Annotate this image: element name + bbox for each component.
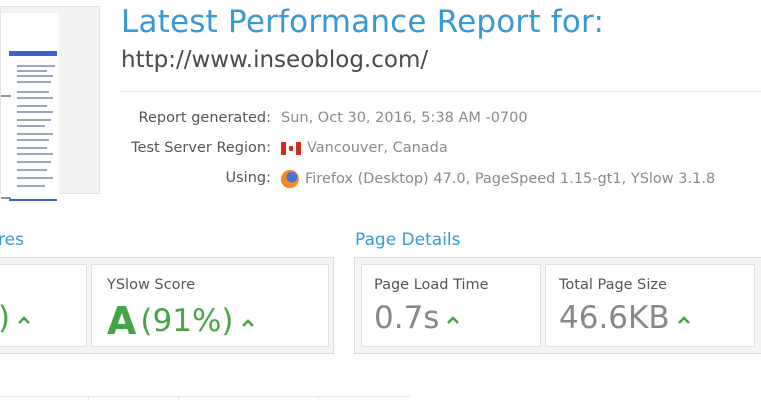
canada-flag-icon [281, 141, 301, 155]
pagespeed-value-text: ) [0, 300, 10, 336]
table-divider [178, 396, 179, 400]
site-screenshot-thumbnail [0, 6, 100, 201]
info-row-generated: Report generated: Sun, Oct 30, 2016, 5:3… [0, 110, 761, 132]
total-page-size-label: Total Page Size [559, 277, 667, 293]
total-page-size-value: 46.6KB [559, 300, 690, 336]
total-page-size-cell: Total Page Size 46.6KB [545, 264, 755, 347]
generated-label: Report generated: [138, 110, 271, 126]
report-title: Latest Performance Report for: [121, 4, 605, 40]
page-load-time-label: Page Load Time [374, 277, 489, 293]
scores-section-title: res [0, 230, 24, 250]
region-label: Test Server Region: [131, 140, 271, 156]
info-row-region: Test Server Region: Vancouver, Canada [0, 140, 761, 162]
bottom-table-edge [0, 396, 410, 401]
table-divider [318, 396, 319, 400]
yslow-grade: A [107, 299, 137, 343]
page-load-time-cell: Page Load Time 0.7s [361, 264, 541, 347]
yslow-percent: (91%) [140, 303, 234, 339]
using-label: Using: [225, 170, 271, 186]
yslow-score-cell: YSlow Score A (91%) [91, 264, 329, 347]
total-page-size-text: 46.6KB [559, 300, 670, 336]
region-value: Vancouver, Canada [281, 140, 448, 156]
using-value: Firefox (Desktop) 47.0, PageSpeed 1.15-g… [281, 170, 715, 188]
generated-value: Sun, Oct 30, 2016, 5:38 AM -0700 [281, 110, 528, 126]
pagespeed-score-value: ) [0, 300, 31, 336]
page-load-time-value: 0.7s [374, 300, 460, 336]
region-value-text: Vancouver, Canada [307, 140, 448, 156]
page-load-time-text: 0.7s [374, 300, 440, 336]
table-divider [88, 396, 89, 400]
scores-panel: ) YSlow Score A (91%) [0, 257, 334, 354]
pagespeed-score-cell: ) [0, 264, 87, 347]
firefox-icon [281, 170, 299, 188]
page-details-panel: Page Load Time 0.7s Total Page Size 46.6… [354, 257, 761, 354]
generated-value-text: Sun, Oct 30, 2016, 5:38 AM -0700 [281, 110, 528, 126]
header-divider [121, 91, 761, 92]
yslow-score-value: A (91%) [107, 299, 254, 343]
yslow-label: YSlow Score [107, 277, 196, 293]
page-details-section-title: Page Details [355, 230, 461, 250]
info-row-using: Using: Firefox (Desktop) 47.0, PageSpeed… [0, 170, 761, 192]
using-value-text: Firefox (Desktop) 47.0, PageSpeed 1.15-g… [305, 171, 716, 187]
report-url[interactable]: http://www.inseoblog.com/ [121, 47, 428, 73]
